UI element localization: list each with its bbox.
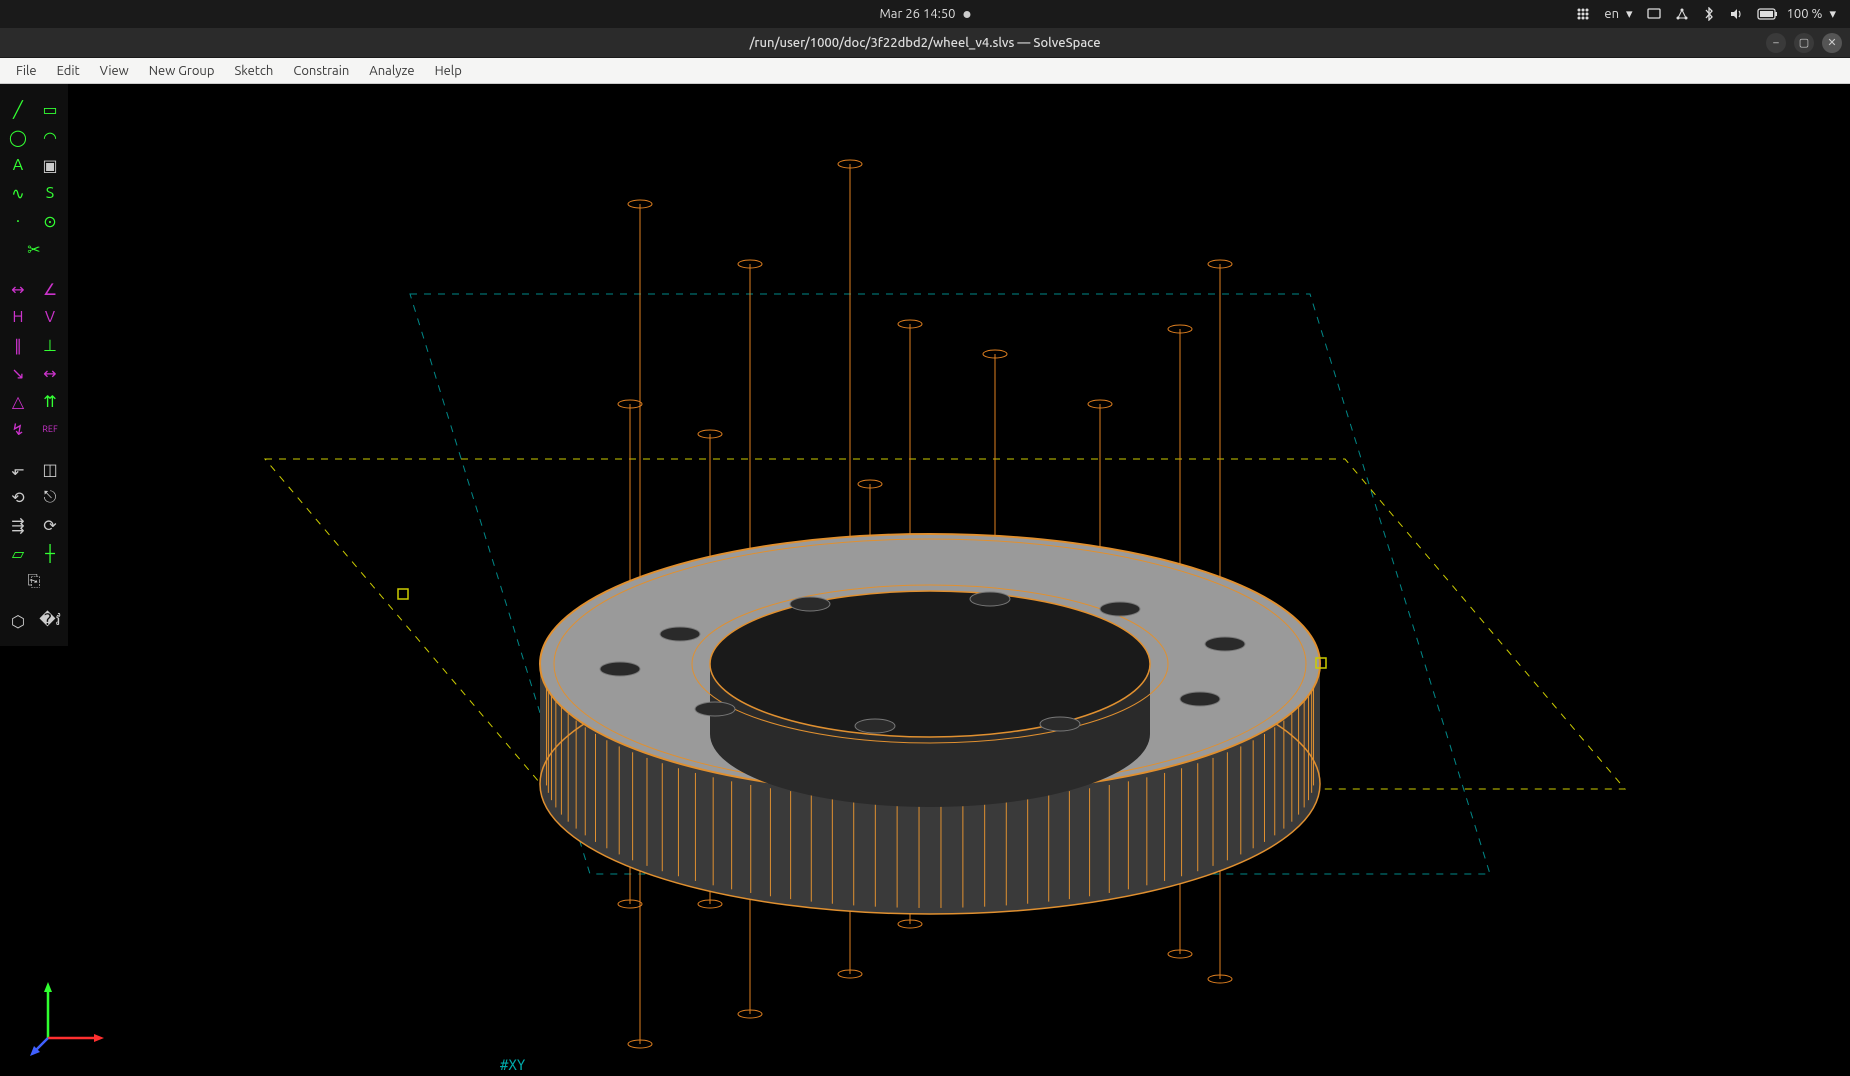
window-title: /run/user/1000/doc/3f22dbd2/wheel_v4.slv… bbox=[749, 36, 1100, 50]
bolt-hole bbox=[1205, 637, 1245, 651]
workspace: ╱▭◯◠A▣∿S·⊙✂↔∠HV∥⊥↘↔△⇈↯REF⬐◫⟲⎋⇶⟳▱┼⎘⬡�វ #X… bbox=[0, 84, 1850, 1076]
volume-icon[interactable] bbox=[1729, 7, 1743, 21]
bolt-hole bbox=[600, 662, 640, 676]
wheel-bore bbox=[710, 591, 1150, 737]
menu-new-group[interactable]: New Group bbox=[139, 61, 225, 81]
screen-icon[interactable] bbox=[1647, 7, 1661, 21]
maximize-button[interactable]: ▢ bbox=[1794, 33, 1814, 53]
bolt-hole bbox=[1040, 717, 1080, 731]
bolt-hole bbox=[970, 592, 1010, 606]
menu-edit[interactable]: Edit bbox=[47, 61, 90, 81]
bluetooth-icon[interactable] bbox=[1703, 7, 1715, 21]
menu-constrain[interactable]: Constrain bbox=[283, 61, 359, 81]
bolt-hole bbox=[790, 597, 830, 611]
menu-bar: FileEditViewNew GroupSketchConstrainAnal… bbox=[0, 58, 1850, 84]
workplane-label: #XY bbox=[500, 1058, 525, 1074]
app-grid-icon[interactable] bbox=[1576, 7, 1590, 21]
viewport-3d[interactable] bbox=[0, 84, 1850, 1076]
bolt-hole bbox=[1100, 602, 1140, 616]
notification-dot bbox=[964, 11, 971, 18]
clock-area: Mar 26 14:50 bbox=[879, 7, 970, 21]
close-button[interactable]: ✕ bbox=[1822, 33, 1842, 53]
menu-analyze[interactable]: Analyze bbox=[359, 61, 424, 81]
clock-text: Mar 26 14:50 bbox=[879, 7, 955, 21]
bolt-hole bbox=[660, 627, 700, 641]
axis-gizmo bbox=[28, 968, 118, 1058]
minimize-button[interactable]: – bbox=[1766, 33, 1786, 53]
battery-indicator[interactable]: 100 %▾ bbox=[1757, 7, 1836, 22]
language-indicator[interactable]: en▾ bbox=[1604, 7, 1632, 22]
system-top-bar: Mar 26 14:50 en▾ 100 %▾ bbox=[0, 0, 1850, 28]
bolt-hole bbox=[695, 702, 735, 716]
menu-file[interactable]: File bbox=[6, 61, 47, 81]
window-titlebar: /run/user/1000/doc/3f22dbd2/wheel_v4.slv… bbox=[0, 28, 1850, 58]
menu-help[interactable]: Help bbox=[425, 61, 472, 81]
bolt-hole bbox=[855, 719, 895, 733]
network-icon[interactable] bbox=[1675, 7, 1689, 21]
menu-view[interactable]: View bbox=[90, 61, 139, 81]
bolt-hole bbox=[1180, 692, 1220, 706]
menu-sketch[interactable]: Sketch bbox=[224, 61, 283, 81]
